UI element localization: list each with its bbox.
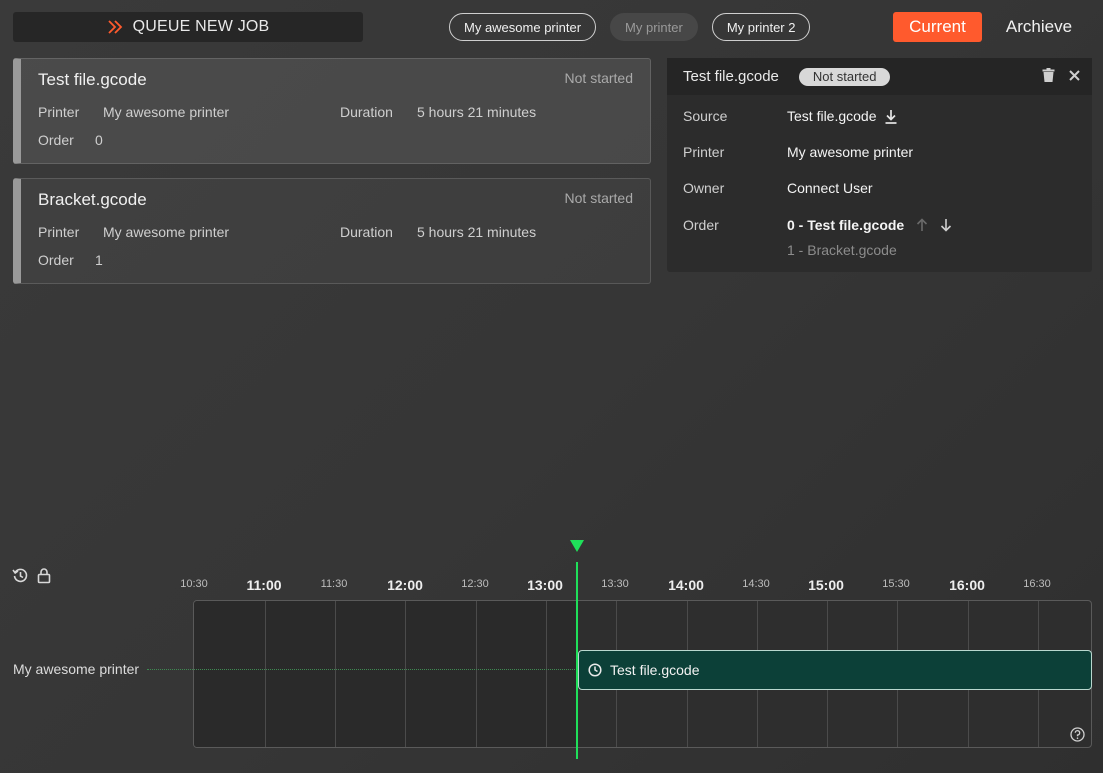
job-printer-label: Printer	[38, 104, 80, 120]
job-printer-label: Printer	[38, 224, 80, 240]
time-tick: 13:00	[527, 577, 563, 593]
job-duration-label: Duration	[340, 224, 393, 240]
detail-order-label: Order	[683, 217, 719, 233]
time-tick: 16:00	[949, 577, 985, 593]
time-tick: 12:30	[461, 578, 489, 590]
time-tick: 15:30	[882, 578, 910, 590]
printer-tab-my-awesome-printer[interactable]: My awesome printer	[449, 13, 597, 41]
job-printer-value: My awesome printer	[103, 224, 230, 240]
source-file-link[interactable]: Test file.gcode	[787, 108, 877, 124]
current-time-line	[576, 562, 578, 759]
job-duration-value: 5 hours 21 minutes	[417, 104, 537, 120]
time-tick: 11:00	[246, 577, 282, 593]
lock-icon[interactable]	[37, 567, 51, 584]
detail-order-current: 0 - Test file.gcode	[787, 217, 952, 233]
grid-line	[546, 601, 547, 747]
job-name: Bracket.gcode	[38, 190, 147, 209]
job-detail-panel: Test file.gcode Not started Source Test …	[667, 58, 1092, 272]
time-tick: 13:30	[601, 578, 629, 590]
detail-printer-value: My awesome printer	[787, 144, 914, 160]
queue-new-job-label: QUEUE NEW JOB	[132, 18, 270, 35]
job-order-value: 0	[95, 132, 103, 148]
time-tick: 14:30	[742, 578, 770, 590]
time-tick: 11:30	[320, 578, 348, 590]
timeline-job-label: Test file.gcode	[610, 662, 700, 678]
job-order-label: Order	[38, 252, 74, 268]
timeline-job-bar[interactable]: Test file.gcode	[578, 650, 1092, 690]
job-status: Not started	[564, 190, 633, 206]
queue-new-job-button[interactable]: QUEUE NEW JOB	[13, 12, 363, 42]
detail-order-next: 1 - Bracket.gcode	[787, 242, 897, 258]
arrow-up-icon[interactable]	[916, 218, 928, 232]
timeline-row-guide	[147, 669, 577, 670]
download-icon[interactable]	[884, 109, 898, 124]
job-detail-title: Test file.gcode	[683, 68, 779, 85]
time-tick: 10:30	[180, 578, 208, 590]
printer-tab-my-printer-2[interactable]: My printer 2	[711, 13, 811, 41]
time-tick: 14:00	[668, 577, 704, 593]
status-badge: Not started	[798, 67, 891, 86]
job-name: Test file.gcode	[38, 70, 147, 89]
printer-filter-tabs: My awesome printer My printer My printer…	[449, 13, 811, 41]
detail-owner-value: Connect User	[787, 180, 873, 196]
grid-line	[265, 601, 266, 747]
order-current-label: 0 - Test file.gcode	[787, 217, 905, 233]
timeline-past-region	[194, 601, 578, 747]
archive-view-button[interactable]: Archieve	[995, 12, 1083, 42]
job-duration-value: 5 hours 21 minutes	[417, 224, 537, 240]
job-printer-value: My awesome printer	[103, 104, 230, 120]
close-icon[interactable]	[1069, 69, 1080, 81]
detail-source-label: Source	[683, 108, 728, 124]
job-order-label: Order	[38, 132, 74, 148]
double-chevron-right-icon	[107, 20, 123, 34]
detail-source-value: Test file.gcode	[787, 108, 898, 124]
time-tick: 12:00	[387, 577, 423, 593]
detail-owner-label: Owner	[683, 180, 725, 196]
detail-printer-label: Printer	[683, 144, 725, 160]
trash-icon[interactable]	[1042, 68, 1055, 82]
current-view-button[interactable]: Current	[893, 12, 982, 42]
job-detail-header: Test file.gcode Not started	[667, 58, 1092, 95]
job-order-value: 1	[95, 252, 103, 268]
help-icon[interactable]	[1070, 727, 1085, 742]
time-tick: 15:00	[808, 577, 844, 593]
job-card[interactable]: Test file.gcode Not started Printer My a…	[13, 58, 651, 164]
history-icon[interactable]	[12, 567, 29, 584]
job-status: Not started	[564, 70, 633, 86]
grid-line	[335, 601, 336, 747]
timeline-row-label: My awesome printer	[13, 661, 140, 677]
job-duration-label: Duration	[340, 104, 393, 120]
time-tick: 16:30	[1023, 578, 1051, 590]
grid-line	[476, 601, 477, 747]
arrow-down-icon[interactable]	[940, 218, 952, 232]
current-time-marker-icon	[570, 539, 584, 557]
job-card[interactable]: Bracket.gcode Not started Printer My awe…	[13, 178, 651, 284]
printer-tab-my-printer[interactable]: My printer	[610, 13, 698, 41]
clock-icon	[588, 663, 602, 677]
grid-line	[405, 601, 406, 747]
